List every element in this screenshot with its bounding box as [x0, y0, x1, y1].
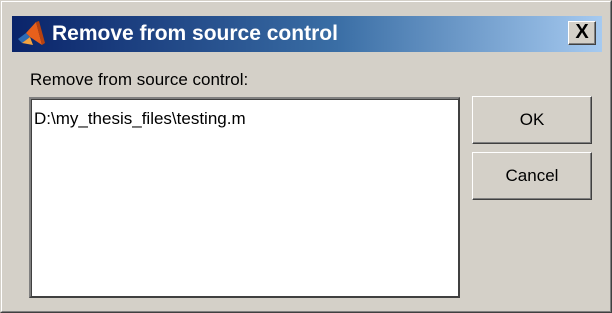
ok-button[interactable]: OK [472, 96, 592, 144]
list-item[interactable]: D:\my_thesis_files\testing.m [34, 108, 246, 130]
dialog-window: Remove from source control X Remove from… [0, 0, 612, 313]
cancel-button[interactable]: Cancel [472, 152, 592, 200]
title-bar[interactable]: Remove from source control X [12, 16, 602, 52]
dialog-frame: Remove from source control X Remove from… [1, 1, 611, 312]
close-button[interactable]: X [568, 21, 596, 45]
dialog-title: Remove from source control [52, 22, 338, 45]
file-listbox[interactable]: D:\my_thesis_files\testing.m [29, 97, 460, 298]
prompt-label: Remove from source control: [30, 70, 249, 89]
matlab-logo-icon [16, 19, 46, 49]
